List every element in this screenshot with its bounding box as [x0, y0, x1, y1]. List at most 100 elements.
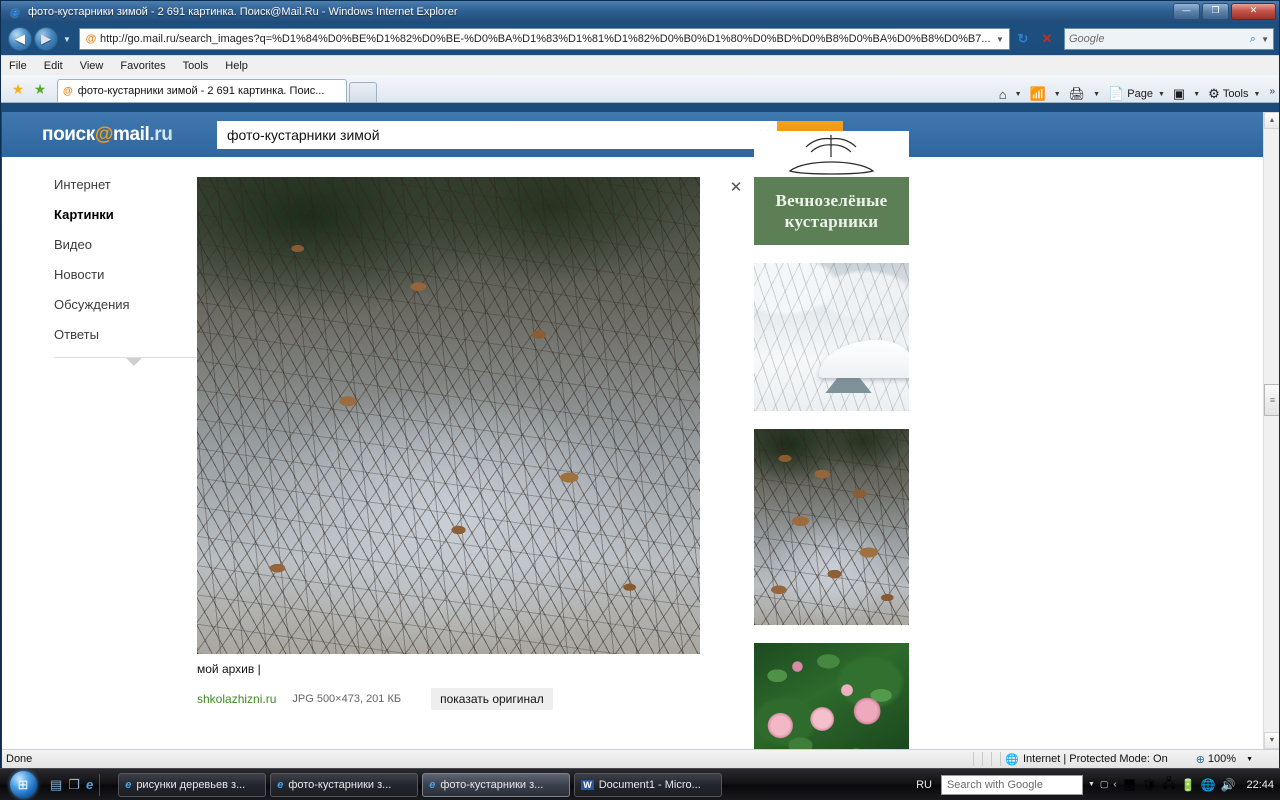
- gear-icon: ⚙: [1208, 86, 1220, 101]
- sidebar-item-internet[interactable]: Интернет: [54, 177, 197, 192]
- switch-windows-icon[interactable]: ❐: [68, 777, 80, 793]
- back-button[interactable]: ◀: [8, 27, 32, 51]
- antivirus-icon[interactable]: 🛡: [1142, 778, 1157, 792]
- thumbnail-evergreen-banner[interactable]: Вечнозелёные кустарники: [754, 131, 909, 245]
- menu-item-file[interactable]: File: [9, 60, 27, 72]
- address-dropdown-icon[interactable]: ▼: [993, 35, 1007, 44]
- utility-icon[interactable]: 🖧: [1162, 774, 1175, 795]
- menu-item-favorites[interactable]: Favorites: [120, 60, 165, 72]
- zoom-control[interactable]: ⊕ 100% ▼: [1196, 753, 1279, 766]
- scroll-down-button[interactable]: ▼: [1264, 732, 1279, 749]
- sidebar-item-video[interactable]: Видео: [54, 237, 197, 252]
- feeds-button[interactable]: 📶: [1028, 86, 1051, 102]
- task-label: рисунки деревьев з...: [136, 778, 246, 791]
- sidebar-item-discussions[interactable]: Обсуждения: [54, 297, 197, 312]
- word-icon: W: [581, 779, 594, 790]
- print-caret-icon[interactable]: ▼: [1093, 91, 1100, 98]
- overflow-chevrons-icon[interactable]: »: [1269, 86, 1275, 97]
- restore-button[interactable]: ❐: [1202, 3, 1229, 20]
- show-desktop-icon[interactable]: ▤: [50, 777, 62, 793]
- menu-item-view[interactable]: View: [80, 60, 104, 72]
- sidebar-item-news[interactable]: Новости: [54, 267, 197, 282]
- task-label: фото-кустарники з...: [288, 778, 392, 791]
- page-menu-button[interactable]: 📄 Page: [1106, 86, 1155, 102]
- browser-search-input[interactable]: Google: [1069, 33, 1250, 45]
- page-scrollbar[interactable]: ▲ ≡ ▼: [1263, 112, 1279, 749]
- thumbnail-pink-roses[interactable]: [754, 643, 909, 749]
- task-ie-risunki[interactable]: e рисунки деревьев з...: [118, 772, 267, 797]
- network-monitor-icon[interactable]: 🖥: [1122, 778, 1137, 792]
- task-word-document1[interactable]: W Document1 - Micro...: [574, 772, 723, 797]
- address-bar[interactable]: @ http://go.mail.ru/search_images?q=%D1%…: [79, 28, 1010, 50]
- thumbnail-snowy-shed[interactable]: [754, 263, 909, 411]
- network-icon[interactable]: 🌐: [1201, 778, 1216, 792]
- tray-box-icon[interactable]: ▢: [1100, 779, 1109, 790]
- source-link[interactable]: shkolazhizni.ru: [197, 692, 276, 706]
- home-icon: ⌂: [998, 86, 1007, 102]
- tree-illustration-icon: [754, 131, 909, 177]
- menu-item-help[interactable]: Help: [225, 60, 248, 72]
- page-caret-icon[interactable]: ▼: [1158, 91, 1165, 98]
- chevron-down-icon[interactable]: [126, 358, 142, 366]
- close-preview-icon[interactable]: ✕: [727, 178, 745, 196]
- stop-button[interactable]: ✕: [1036, 28, 1058, 50]
- scrollbar-thumb[interactable]: ≡: [1264, 384, 1279, 416]
- forward-button[interactable]: ▶: [34, 27, 58, 51]
- window-controls: — ❐ ✕: [1173, 3, 1276, 20]
- banner-line-1: Вечнозелёные: [775, 191, 888, 210]
- zoom-caret-icon[interactable]: ▼: [1246, 756, 1253, 763]
- safety-button[interactable]: ▣: [1171, 86, 1190, 102]
- favorites-center-icon[interactable]: ★: [7, 76, 29, 102]
- print-button[interactable]: 🖨: [1067, 86, 1091, 102]
- related-thumbnails-rail: ✕ Вечнозелёные кустарники: [727, 131, 977, 749]
- google-search-input[interactable]: Search with Google: [940, 774, 1083, 795]
- rose-blooms: [754, 643, 909, 749]
- mailru-logo[interactable]: поиск@mail.ru: [42, 124, 217, 146]
- browser-search-box[interactable]: Google ⌕ ▼: [1064, 28, 1274, 50]
- task-ie-kustarniki-1[interactable]: e фото-кустарники з...: [270, 772, 419, 797]
- battery-icon[interactable]: 🔋: [1181, 778, 1196, 792]
- refresh-button[interactable]: ↻: [1012, 28, 1034, 50]
- page-viewport: поиск@mail.ru фото-кустарники зимой ✕ ⌕ …: [2, 112, 1279, 749]
- search-icon[interactable]: ⌕: [1250, 33, 1256, 46]
- home-button[interactable]: ⌂: [997, 87, 1012, 102]
- result-image[interactable]: [197, 177, 700, 654]
- sidebar-item-answers[interactable]: Ответы: [54, 327, 197, 342]
- task-ie-kustarniki-2[interactable]: e фото-кустарники з...: [422, 772, 571, 797]
- start-button[interactable]: ⊞: [0, 770, 46, 800]
- safety-caret-icon[interactable]: ▼: [1193, 91, 1200, 98]
- internet-explorer-icon[interactable]: e: [86, 777, 93, 792]
- recent-pages-caret-icon[interactable]: ▼: [60, 35, 74, 44]
- menu-item-tools[interactable]: Tools: [183, 60, 209, 72]
- feeds-caret-icon[interactable]: ▼: [1054, 91, 1061, 98]
- tools-caret-icon[interactable]: ▼: [1254, 91, 1261, 98]
- language-indicator[interactable]: RU: [916, 779, 932, 791]
- address-input[interactable]: http://go.mail.ru/search_images?q=%D1%84…: [100, 33, 993, 45]
- security-zone[interactable]: 🌐 Internet | Protected Mode: On: [1005, 753, 1167, 766]
- add-to-favorites-icon[interactable]: ★: [29, 76, 51, 102]
- minimize-button[interactable]: —: [1173, 3, 1200, 20]
- search-input[interactable]: фото-кустарники зимой: [227, 127, 751, 143]
- home-caret-icon[interactable]: ▼: [1015, 91, 1022, 98]
- menu-item-edit[interactable]: Edit: [44, 60, 63, 72]
- tools-menu-button[interactable]: ⚙ Tools: [1206, 86, 1250, 102]
- tab-bar: ★ ★ @ фото-кустарники зимой - 2 691 карт…: [1, 75, 1279, 103]
- status-message: Done: [6, 753, 33, 765]
- thumbnail-winter-shrub[interactable]: [754, 429, 909, 625]
- tray-caret-icon[interactable]: ▼: [1088, 781, 1095, 788]
- new-tab-button[interactable]: [349, 82, 377, 102]
- clock[interactable]: 22:44: [1246, 779, 1274, 791]
- close-button[interactable]: ✕: [1231, 3, 1276, 20]
- scroll-up-button[interactable]: ▲: [1264, 112, 1279, 129]
- site-search-box[interactable]: фото-кустарники зимой ✕: [217, 120, 777, 149]
- volume-icon[interactable]: 🔊: [1221, 778, 1236, 792]
- show-hidden-icons-icon[interactable]: ‹: [1113, 779, 1116, 790]
- rss-feed-icon: 📶: [1029, 86, 1046, 101]
- search-provider-caret-icon[interactable]: ▼: [1261, 35, 1269, 44]
- browser-tab[interactable]: @ фото-кустарники зимой - 2 691 картинка…: [57, 79, 347, 102]
- sidebar-item-images[interactable]: Картинки: [54, 207, 197, 222]
- status-divider: [982, 752, 984, 766]
- logo-mail: mail: [112, 123, 150, 145]
- show-original-button[interactable]: показать оригинал: [431, 688, 553, 710]
- task-buttons: e рисунки деревьев з... e фото-кустарник…: [110, 772, 723, 797]
